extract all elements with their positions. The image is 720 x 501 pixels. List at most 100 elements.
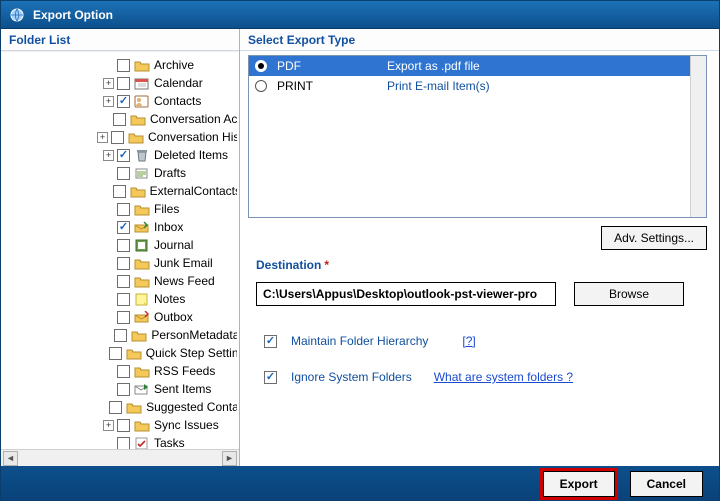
tree-item-contacts[interactable]: +Contacts [3,92,237,110]
folder-checkbox[interactable] [114,329,127,342]
folder-icon [128,130,144,144]
tree-item-junk-email[interactable]: Junk Email [3,254,237,272]
folder-icon [126,346,142,360]
tree-item-deleted-items[interactable]: +Deleted Items [3,146,237,164]
journal-icon [134,238,150,252]
export-type-header: Select Export Type [240,29,719,51]
folder-checkbox[interactable] [117,59,130,72]
maintain-hierarchy-checkbox[interactable] [264,335,277,348]
folder-checkbox[interactable] [109,347,122,360]
folder-checkbox[interactable] [113,113,126,126]
tree-item-outbox[interactable]: Outbox [3,308,237,326]
folder-icon [130,112,146,126]
expand-icon[interactable]: + [103,96,114,107]
folder-checkbox[interactable] [117,293,130,306]
tree-item-inbox[interactable]: Inbox [3,218,237,236]
folder-checkbox[interactable] [117,437,130,450]
expand-icon [103,222,114,233]
cancel-button[interactable]: Cancel [630,471,703,497]
expand-icon [103,240,114,251]
tree-item-sync-issues[interactable]: +Sync Issues [3,416,237,434]
folder-checkbox[interactable] [117,239,130,252]
folder-checkbox[interactable] [117,365,130,378]
tree-item-conversation-hist[interactable]: +Conversation Hist [3,128,237,146]
expand-icon[interactable]: + [97,132,108,143]
folder-list-pane: Folder List Archive+Calendar+ContactsCon… [1,29,240,466]
maintain-hierarchy-option: Maintain Folder Hierarchy [?] [264,334,707,348]
folder-checkbox[interactable] [117,167,130,180]
ignore-system-folders-checkbox[interactable] [264,371,277,384]
folder-label: Tasks [154,436,185,449]
browse-button[interactable]: Browse [574,282,684,306]
export-type-pdf[interactable]: PDFExport as .pdf file [249,56,706,76]
tree-item-quick-step-setting[interactable]: Quick Step Setting [3,344,237,362]
folder-label: Files [154,202,179,216]
tree-item-personmetadata[interactable]: PersonMetadata [3,326,237,344]
folder-icon [126,400,142,414]
folder-checkbox[interactable] [111,131,124,144]
export-button[interactable]: Export [543,471,615,497]
folder-checkbox[interactable] [117,383,130,396]
folder-checkbox[interactable] [117,257,130,270]
export-type-radio[interactable] [255,60,267,72]
folder-label: RSS Feeds [154,364,215,378]
export-type-radio[interactable] [255,80,267,92]
notes-icon [134,292,150,306]
folder-label: News Feed [154,274,215,288]
tree-item-journal[interactable]: Journal [3,236,237,254]
folder-checkbox[interactable] [117,95,130,108]
folder-checkbox[interactable] [117,311,130,324]
tree-item-rss-feeds[interactable]: RSS Feeds [3,362,237,380]
folder-checkbox[interactable] [117,149,130,162]
tree-item-externalcontacts[interactable]: ExternalContacts [3,182,237,200]
tree-item-conversation-act[interactable]: Conversation Act [3,110,237,128]
folder-checkbox[interactable] [117,203,130,216]
folder-checkbox[interactable] [113,185,126,198]
app-icon [9,7,25,23]
tree-item-archive[interactable]: Archive [3,56,237,74]
folder-label: Suggested Contac [146,400,237,414]
expand-icon [103,60,114,71]
expand-icon[interactable]: + [103,150,114,161]
folder-checkbox[interactable] [117,275,130,288]
folder-label: Conversation Act [150,112,237,126]
tree-item-calendar[interactable]: +Calendar [3,74,237,92]
folder-checkbox[interactable] [117,419,130,432]
tasks-icon [134,436,150,449]
export-type-print[interactable]: PRINTPrint E-mail Item(s) [249,76,706,96]
export-type-name: PRINT [277,79,377,93]
destination-input[interactable] [256,282,556,306]
title-bar: Export Option [1,1,719,29]
expand-icon[interactable]: + [103,78,114,89]
folder-icon [134,274,150,288]
folder-icon [131,328,147,342]
folder-tree[interactable]: Archive+Calendar+Contacts Conversation Ac… [1,51,239,449]
tree-item-notes[interactable]: Notes [3,290,237,308]
expand-icon [99,186,110,197]
list-scrollbar[interactable] [690,56,706,217]
maintain-hierarchy-help-link[interactable]: [?] [462,334,475,348]
folder-label: ExternalContacts [150,184,237,198]
scroll-right-icon[interactable]: ► [222,451,237,466]
tree-item-suggested-contac[interactable]: Suggested Contac [3,398,237,416]
trash-icon [134,148,150,162]
expand-icon [103,384,114,395]
folder-checkbox[interactable] [109,401,122,414]
folder-checkbox[interactable] [117,221,130,234]
expand-icon [103,294,114,305]
horizontal-scrollbar[interactable]: ◄ ► [1,449,239,466]
expand-icon [100,330,111,341]
system-folders-help-link[interactable]: What are system folders ? [434,370,573,384]
expand-icon[interactable]: + [103,420,114,431]
tree-item-sent-items[interactable]: Sent Items [3,380,237,398]
tree-item-news-feed[interactable]: News Feed [3,272,237,290]
expand-icon [95,402,106,413]
scroll-left-icon[interactable]: ◄ [3,451,18,466]
tree-item-drafts[interactable]: Drafts [3,164,237,182]
destination-label: Destination* [256,258,707,272]
adv-settings-button[interactable]: Adv. Settings... [601,226,707,250]
tree-item-tasks[interactable]: Tasks [3,434,237,449]
folder-checkbox[interactable] [117,77,130,90]
export-type-desc: Export as .pdf file [387,59,480,73]
tree-item-files[interactable]: Files [3,200,237,218]
